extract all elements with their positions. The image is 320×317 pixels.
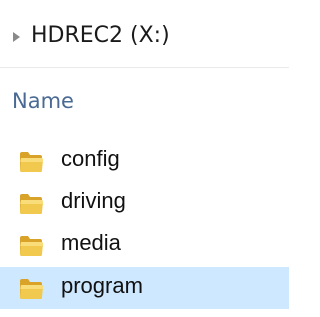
folder-row-config[interactable]: config: [0, 140, 289, 182]
folder-icon: [20, 194, 43, 214]
folder-icon: [20, 152, 43, 172]
folder-row-driving[interactable]: driving: [0, 182, 289, 224]
file-name: driving: [61, 188, 126, 213]
explorer-window: HDREC2 (X:) Name config driving media pr…: [0, 0, 289, 317]
file-name: program: [61, 273, 143, 298]
column-header-name[interactable]: Name: [12, 89, 74, 113]
pane-divider: [0, 67, 289, 68]
file-name: media: [61, 230, 121, 255]
folder-row-program[interactable]: program: [0, 267, 289, 309]
drive-tree-item[interactable]: HDREC2 (X:): [0, 20, 289, 56]
chevron-right-icon[interactable]: [13, 32, 20, 42]
drive-label: HDREC2 (X:): [31, 23, 170, 48]
file-name: config: [61, 146, 120, 171]
folder-icon: [20, 279, 43, 299]
folder-row-media[interactable]: media: [0, 224, 289, 266]
folder-icon: [20, 236, 43, 256]
